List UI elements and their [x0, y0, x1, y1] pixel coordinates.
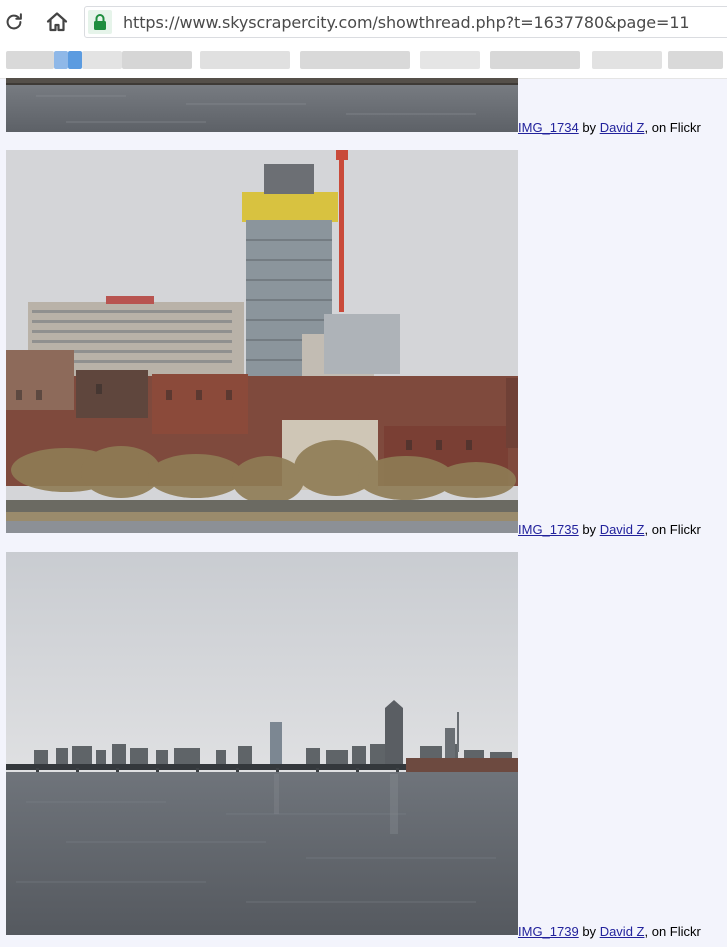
bookmarks-bar[interactable]: [0, 44, 727, 79]
caption-by: by: [582, 924, 597, 939]
author-link[interactable]: David Z: [600, 522, 645, 537]
photo-title-link[interactable]: IMG_1739: [518, 924, 579, 939]
security-indicator[interactable]: [88, 10, 112, 34]
lock-icon: [94, 14, 106, 30]
photo-caption-3: IMG_1739 by David Z, on Flickr: [518, 924, 701, 939]
reload-icon: [6, 13, 22, 30]
photo-caption-1: IMG_1734 by David Z, on Flickr: [518, 120, 701, 135]
home-icon: [46, 12, 68, 32]
flickr-photo-img-1735[interactable]: [6, 150, 518, 533]
flickr-photo-img-1734[interactable]: [6, 78, 518, 132]
photo-title-link[interactable]: IMG_1734: [518, 120, 579, 135]
caption-by: by: [582, 522, 597, 537]
caption-suffix: , on Flickr: [644, 522, 701, 537]
caption-by: by: [582, 120, 597, 135]
flickr-photo-img-1739[interactable]: [6, 552, 518, 935]
browser-toolbar: https://www.skyscrapercity.com/showthrea…: [0, 0, 727, 44]
author-link[interactable]: David Z: [600, 924, 645, 939]
home-button[interactable]: [43, 8, 71, 36]
author-link[interactable]: David Z: [600, 120, 645, 135]
address-bar[interactable]: https://www.skyscrapercity.com/showthrea…: [84, 6, 727, 38]
url-text: https://www.skyscrapercity.com/showthrea…: [123, 13, 690, 32]
photo-caption-2: IMG_1735 by David Z, on Flickr: [518, 522, 701, 537]
caption-suffix: , on Flickr: [644, 120, 701, 135]
reload-button[interactable]: [0, 8, 28, 36]
caption-suffix: , on Flickr: [644, 924, 701, 939]
photo-title-link[interactable]: IMG_1735: [518, 522, 579, 537]
